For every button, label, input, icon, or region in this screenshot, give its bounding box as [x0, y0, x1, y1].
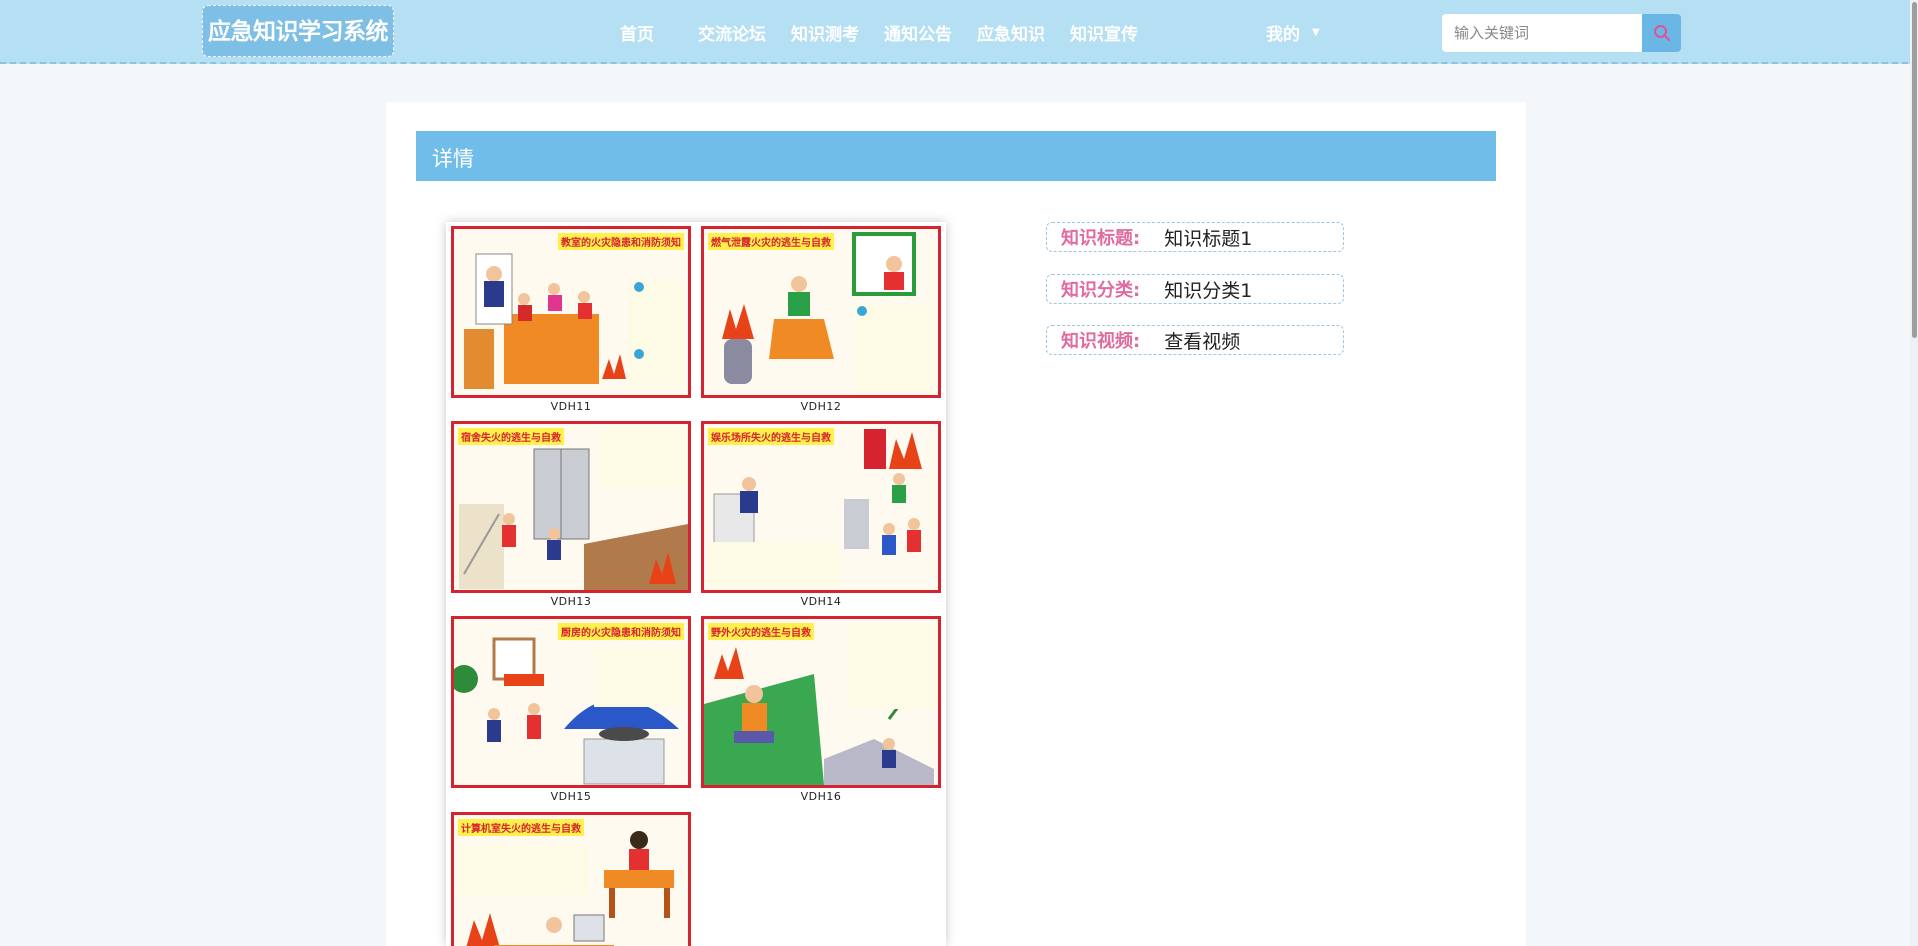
info-row-category: 知识分类: 知识分类1 — [1046, 274, 1344, 304]
info-row-video: 知识视频: 查看视频 — [1046, 325, 1344, 355]
poster-illustration — [722, 232, 934, 392]
poster-illustration — [464, 253, 684, 389]
user-menu[interactable]: 我的 ▼ — [1266, 20, 1320, 45]
poster-panel: 厨房的火灾隐患和消防须知 — [451, 616, 691, 788]
search-icon — [1653, 25, 1670, 41]
info-row-title: 知识标题: 知识标题1 — [1046, 222, 1344, 252]
poster-panel-title: 燃气泄露火灾的逃生与自救 — [708, 233, 834, 250]
detail-card: 详情 教室的火灾隐患和消防须知 VDH11 燃气泄露火灾的逃生与自救 VDH12… — [386, 102, 1526, 946]
category-value: 知识分类1 — [1164, 279, 1253, 302]
top-header: 应急知识学习系统 首页 交流论坛 知识测考 通知公告 应急知识 知识宣传 我的 … — [0, 0, 1918, 64]
nav-knowledge[interactable]: 应急知识 — [977, 20, 1045, 45]
poster-panel-title: 野外火灾的逃生与自救 — [708, 623, 814, 640]
poster-panel-code: VDH14 — [800, 595, 842, 608]
nav-notice[interactable]: 通知公告 — [884, 20, 952, 45]
poster-panel-code: VDH12 — [800, 400, 842, 413]
nav-forum[interactable]: 交流论坛 — [698, 20, 766, 45]
knowledge-poster-image: 教室的火灾隐患和消防须知 VDH11 燃气泄露火灾的逃生与自救 VDH12 宿舍… — [446, 222, 946, 946]
search-input[interactable] — [1442, 14, 1642, 52]
search-button[interactable] — [1642, 14, 1681, 52]
poster-illustration — [459, 429, 688, 590]
poster-panel: 燃气泄露火灾的逃生与自救 — [701, 226, 941, 398]
poster-panel: 计算机室失火的逃生与自救 — [451, 812, 691, 946]
nav-home[interactable]: 首页 — [620, 20, 654, 45]
title-value: 知识标题1 — [1164, 227, 1253, 250]
site-logo[interactable]: 应急知识学习系统 — [202, 5, 394, 57]
poster-panel-code: VDH11 — [550, 400, 592, 413]
poster-panel-title: 娱乐场所失火的逃生与自救 — [708, 428, 834, 445]
section-title: 详情 — [432, 147, 474, 171]
section-header: 详情 — [416, 131, 1496, 181]
page-scrollbar-thumb[interactable] — [1912, 2, 1917, 338]
poster-illustration — [709, 429, 922, 587]
poster-panel: 教室的火灾隐患和消防须知 — [451, 226, 691, 398]
user-menu-label: 我的 — [1266, 25, 1300, 45]
category-label: 知识分类: — [1061, 280, 1141, 301]
video-label: 知识视频: — [1061, 331, 1141, 352]
nav-publicity[interactable]: 知识宣传 — [1070, 20, 1138, 45]
poster-illustration — [454, 637, 686, 785]
poster-illustration — [704, 624, 937, 785]
main-nav: 首页 交流论坛 知识测考 通知公告 应急知识 知识宣传 — [620, 20, 1163, 45]
view-video-link[interactable]: 查看视频 — [1164, 327, 1240, 354]
poster-panel-code: VDH13 — [550, 595, 592, 608]
poster-panel: 娱乐场所失火的逃生与自救 — [701, 421, 941, 593]
poster-panel-code: VDH15 — [550, 790, 592, 803]
poster-panel: 宿舍失火的逃生与自救 — [451, 421, 691, 593]
title-label: 知识标题: — [1061, 228, 1141, 249]
poster-panel-title: 计算机室失火的逃生与自救 — [458, 819, 584, 836]
nav-exam[interactable]: 知识测考 — [791, 20, 859, 45]
poster-panel-title: 厨房的火灾隐患和消防须知 — [558, 623, 684, 640]
poster-panel-title: 教室的火灾隐患和消防须知 — [558, 233, 684, 250]
caret-down-icon: ▼ — [1312, 27, 1320, 38]
poster-panel-code: VDH16 — [800, 790, 842, 803]
poster-panel-title: 宿舍失火的逃生与自救 — [458, 428, 564, 445]
poster-panel: 野外火灾的逃生与自救 — [701, 616, 941, 788]
